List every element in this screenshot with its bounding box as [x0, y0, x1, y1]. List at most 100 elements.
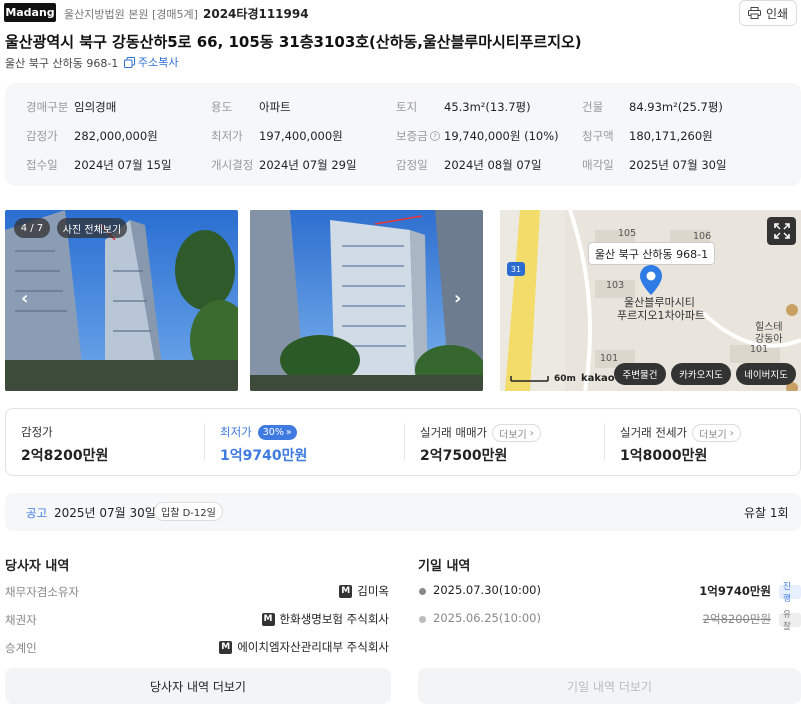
sale-date-value: 2025년 07월 30일 [629, 158, 727, 172]
auction-notice-bar: 공고 2025년 07월 30일 입찰 D-12일 유찰 1회 [5, 493, 801, 531]
block-103-label: 103 [606, 280, 625, 291]
member-m-icon: M [339, 584, 353, 598]
bid-date: 2025.07.30(10:00) [433, 583, 541, 597]
chevron-right-icon: › [529, 427, 534, 439]
block-106-label: 106 [693, 231, 712, 242]
bid-dday-badge: 입찰 D-12일 [154, 502, 223, 521]
double-chevron-down-icon: » [285, 427, 292, 438]
next-photo-icon[interactable]: › [454, 288, 461, 309]
map-place-name-2: 푸르지오1차아파트 [617, 309, 705, 322]
received-value: 2024년 07월 15일 [74, 158, 172, 172]
parties-section-title: 당사자 내역 [5, 559, 70, 574]
member-m-icon: M [219, 640, 233, 654]
min-price-percent-badge: 30%» [257, 425, 297, 440]
usage-value: 아파트 [259, 100, 291, 114]
sale-price-summary-value: 2억7500만원 [420, 448, 508, 464]
deposit: 보증금 ? 19,740,000원 (10%) [396, 128, 559, 144]
claim-value: 180,171,260원 [629, 129, 713, 143]
appraisal-date: 감정일 2024년 08월 07일 [396, 157, 542, 173]
party-value: M 에이치엠자산관리대부 주식회사 [219, 639, 389, 655]
min-price-label: 최저가 [211, 129, 243, 143]
help-icon[interactable]: ? [430, 131, 440, 141]
property-photo-1[interactable]: 4 / 7 사진 전체보기 ‹ [5, 210, 238, 391]
bid-price: 1억9740만원 [699, 584, 771, 598]
auction-type: 경매구분 임의경매 [26, 99, 116, 115]
view-all-photos-button[interactable]: 사진 전체보기 [57, 218, 127, 238]
party-value: M 한화생명보험 주식회사 [261, 611, 389, 627]
kakao-map-button[interactable]: 카카오지도 [671, 363, 731, 385]
map-nearby-label-2: 강동아 [755, 334, 783, 345]
svg-text:?: ? [433, 133, 437, 141]
party-name: 한화생명보험 주식회사 [279, 612, 389, 626]
party-value: M 김미옥 [339, 583, 389, 599]
member-m-icon: M [261, 612, 275, 626]
notice-date: 2025년 07월 30일 [54, 506, 156, 520]
bid-price: 2억8200만원 [702, 612, 771, 626]
price-summary: 감정가 2억8200만원 최저가 30%» 1억9740만원 실거래 매매가 더보기… [5, 408, 801, 476]
claim-amount: 청구액 180,171,260원 [582, 128, 713, 144]
usage: 용도 아파트 [211, 99, 291, 115]
land-value: 45.3m²(13.7평) [444, 100, 531, 114]
print-label: 인쇄 [765, 6, 789, 21]
claim-label: 청구액 [582, 129, 614, 143]
received-label: 접수일 [26, 158, 58, 172]
sale-price-summary: 실거래 매매가 더보기 › 2억7500만원 [405, 409, 604, 475]
appraisal-value: 282,000,000원 [74, 129, 158, 143]
party-name: 에이치엠자산관리대부 주식회사 [237, 640, 389, 654]
rent-price-summary-value: 1억8000만원 [620, 448, 708, 464]
address-title: 울산광역시 북구 강동산하5로 66, 105동 31층3103호(산하동,울산… [5, 33, 582, 51]
copy-address-label: 주소복사 [138, 56, 179, 69]
map-scale-label: 60m [554, 374, 576, 384]
land-label: 토지 [396, 100, 418, 114]
address-lot-number: 울산 북구 산하동 968-1 [5, 57, 119, 70]
prev-photo-icon[interactable]: ‹ [21, 288, 28, 309]
property-photo-2[interactable]: › [250, 210, 483, 391]
auction-type-label: 경매구분 [26, 100, 69, 114]
min-price-summary-value: 1억9740만원 [220, 448, 308, 464]
copy-address-button[interactable]: 주소복사 [124, 54, 178, 70]
land-area: 토지 45.3m²(13.7평) [396, 99, 531, 115]
failed-bid-count: 유찰 1회 [744, 506, 789, 520]
kakao-logo: kakao [581, 373, 615, 384]
expand-icon [773, 223, 790, 239]
min-price-value: 197,400,000원 [259, 129, 343, 143]
auction-type-value: 임의경매 [74, 100, 117, 114]
rent-price-summary-label: 실거래 전세가 [620, 425, 688, 440]
usage-label: 용도 [211, 100, 233, 114]
sale-price-more-label: 더보기 [499, 429, 527, 441]
decision-label: 개시결정 [211, 158, 254, 172]
map-expand-button[interactable] [767, 217, 796, 245]
rent-price-summary: 실거래 전세가 더보기 › 1억8000만원 [605, 409, 801, 475]
rent-price-summary-row: 실거래 전세가 더보기 › [620, 424, 741, 442]
location-map[interactable]: 31 105 106 103 101 101 울산 북구 산하동 968-1 울… [500, 210, 801, 391]
min-price-summary-row: 최저가 30%» [220, 424, 297, 440]
map-location-label: 울산 북구 산하동 968-1 [588, 242, 715, 265]
print-button[interactable]: 인쇄 [739, 0, 797, 26]
top-bar: Madang 울산지방법원 본원 [경매5계] 2024타경111994 인쇄 [0, 0, 801, 26]
nearby-items-button[interactable]: 주변물건 [614, 363, 666, 385]
appraisal-summary-value: 2억8200만원 [21, 448, 109, 464]
bid-status-badge: 진행 [779, 582, 801, 604]
decision-value: 2024년 07월 29일 [259, 158, 357, 172]
deposit-label: 보증금 [396, 129, 428, 143]
bid-timeline-dot [419, 616, 426, 623]
rent-price-more-button[interactable]: 더보기 › [692, 424, 741, 442]
sale-price-summary-row: 실거래 매매가 더보기 › [420, 424, 541, 442]
sale-price-summary-label: 실거래 매매가 [420, 425, 488, 440]
appraisal-date-label: 감정일 [396, 158, 428, 172]
copy-icon [124, 56, 135, 68]
min-price-percent: 30% [262, 427, 284, 438]
sale-price-more-button[interactable]: 더보기 › [492, 424, 541, 442]
appraisal-price: 감정가 282,000,000원 [26, 128, 158, 144]
building-photo-image-2 [250, 210, 483, 391]
road-number-badge: 31 [507, 262, 525, 276]
parties-more-button[interactable]: 당사자 내역 더보기 [5, 668, 391, 704]
sale-date: 매각일 2025년 07월 30일 [582, 157, 727, 173]
naver-map-button[interactable]: 네이버지도 [736, 363, 796, 385]
bid-date: 2025.06.25(10:00) [433, 611, 541, 625]
photo-counter: 4 / 7 [14, 218, 50, 238]
court-name: 울산지방법원 본원 [경매5계] [64, 8, 198, 21]
bid-schedule-more-button[interactable]: 기일 내역 더보기 [418, 668, 801, 704]
appraisal-summary-label: 감정가 [21, 425, 53, 439]
party-role-label: 채권자 [5, 613, 37, 627]
